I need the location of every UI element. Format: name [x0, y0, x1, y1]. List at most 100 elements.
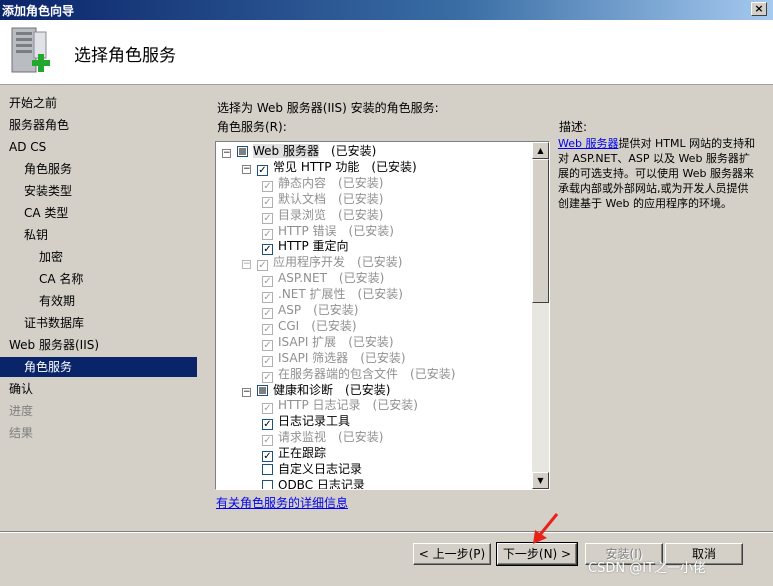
- nav-item[interactable]: 开始之前: [0, 93, 197, 113]
- description-text: Web 服务器提供对 HTML 网站的支持和对 ASP.NET、ASP 以及 W…: [558, 136, 758, 211]
- tree-item[interactable]: ✓ 静态内容 (已安装): [262, 175, 384, 192]
- watermark: CSDN @IT之一小佬: [588, 561, 706, 576]
- nav-item[interactable]: Web 服务器(IIS): [0, 335, 197, 355]
- tree-item-label: CGI: [278, 318, 300, 333]
- tree-item-label: 常见 HTTP 功能: [273, 159, 360, 174]
- install-status: (已安装): [330, 144, 377, 158]
- nav-item[interactable]: 私钥: [0, 225, 197, 245]
- install-status: (已安装): [345, 382, 391, 397]
- install-status: (已安装): [410, 366, 456, 381]
- tree-item[interactable]: ODBC 日志记录: [262, 477, 365, 490]
- tree-item-label: 自定义日志记录: [278, 462, 363, 476]
- tree-item[interactable]: ✓ HTTP 错误 (已安装): [262, 223, 394, 240]
- install-status: (已安装): [338, 271, 385, 286]
- window-title: 添加角色向导: [2, 4, 75, 18]
- tree-item-label: ISAPI 扩展: [278, 334, 337, 349]
- install-status: (已安装): [371, 159, 417, 174]
- nav-item[interactable]: CA 类型: [0, 203, 197, 223]
- tree-item-label: Web 服务器: [253, 144, 319, 158]
- nav-item[interactable]: 角色服务: [0, 357, 197, 377]
- tree-item-label: HTTP 重定向: [278, 239, 349, 254]
- role-services-label: 角色服务(R):: [217, 120, 287, 134]
- tree-item[interactable]: ✓ ASP.NET (已安装): [262, 270, 385, 288]
- tree-item-label: ODBC 日志记录: [278, 477, 365, 490]
- tree-item[interactable]: ✓ .NET 扩展性 (已安装): [262, 286, 403, 304]
- tree-item-label: .NET 扩展性: [278, 287, 346, 302]
- install-status: (已安装): [313, 303, 359, 317]
- install-status: (已安装): [348, 223, 394, 238]
- role-services-tree[interactable]: − Web 服务器 (已安装) − ✓ 常见 HTTP 功能 (已安装) ✓ 静态内容 (已安装)…: [215, 141, 550, 490]
- tree-item-label: 正在跟踪: [278, 446, 327, 461]
- install-status: (已安装): [357, 287, 403, 302]
- tree-item-label: 应用程序开发: [273, 255, 346, 270]
- wizard-header: 选择角色服务: [0, 20, 773, 85]
- tree-item[interactable]: − ✓ 常见 HTTP 功能 (已安装): [242, 159, 417, 176]
- tree-item-label: ISAPI 筛选器: [278, 350, 349, 365]
- tree-item[interactable]: ✓ ASP (已安装): [262, 302, 359, 319]
- install-status: (已安装): [338, 175, 384, 190]
- nav-item[interactable]: 安装类型: [0, 181, 197, 201]
- wizard-nav: 开始之前 服务器角色 AD CS 角色服务 安装类型 CA 类型 私钥 加密 CA 名称 有效期证…: [0, 86, 197, 586]
- collapse-icon[interactable]: −: [242, 260, 251, 270]
- page-title: 选择角色服务: [74, 46, 176, 66]
- collapse-icon[interactable]: −: [242, 387, 251, 397]
- title-bar: 添加角色向导 ×: [0, 0, 773, 20]
- more-info-link[interactable]: 有关角色服务的详细信息: [216, 494, 348, 511]
- install-status: (已安装): [338, 191, 384, 206]
- tree-item[interactable]: ✓ 在服务器端的包含文件 (已安装): [262, 366, 456, 383]
- tree-item-label: 静态内容: [278, 175, 327, 190]
- tree-item[interactable]: ✓ 请求监视 (已安装): [262, 429, 384, 447]
- tree-item[interactable]: − ✓ 应用程序开发 (已安装): [242, 254, 403, 272]
- nav-item[interactable]: 加密: [0, 247, 197, 267]
- nav-item[interactable]: 确认: [0, 379, 197, 399]
- checkbox[interactable]: [237, 146, 248, 157]
- nav-item[interactable]: 角色服务: [0, 159, 197, 179]
- tree-item[interactable]: ✓ 默认文档 (已安装): [262, 191, 384, 208]
- nav-item[interactable]: 进度: [0, 401, 197, 421]
- scroll-up-icon[interactable]: ▲: [532, 142, 549, 159]
- tree-item-label: 健康和诊断: [273, 382, 334, 397]
- install-status: (已安装): [372, 398, 418, 413]
- tree-item[interactable]: ✓ ISAPI 扩展 (已安装): [262, 334, 394, 351]
- nav-item[interactable]: 有效期: [0, 291, 197, 311]
- tree-scrollbar[interactable]: ▲ ▼: [532, 142, 549, 489]
- tree-item[interactable]: ✓ ISAPI 筛选器 (已安装): [262, 350, 406, 367]
- checkbox[interactable]: [262, 464, 273, 475]
- tree-item[interactable]: ✓ HTTP 日志记录 (已安装): [262, 397, 418, 415]
- checkbox[interactable]: [262, 479, 273, 489]
- tree-item-label: ASP: [278, 303, 302, 317]
- tree-item-label: 默认文档: [278, 191, 327, 206]
- install-status: (已安装): [338, 430, 384, 445]
- tree-item-label: 请求监视: [278, 430, 327, 445]
- tree-item[interactable]: ✓ 日志记录工具: [262, 413, 351, 431]
- close-button[interactable]: ×: [751, 2, 767, 16]
- tree-item[interactable]: ✓ CGI (已安装): [262, 318, 357, 335]
- tree-item[interactable]: ✓ 正在跟踪: [262, 445, 327, 463]
- prev-button[interactable]: < 上一步(P): [413, 543, 491, 565]
- tree-item-label: ASP.NET: [278, 271, 327, 286]
- tree-item[interactable]: ✓ 目录浏览 (已安装): [262, 207, 383, 224]
- install-status: (已安装): [360, 350, 406, 365]
- instruction-text: 选择为 Web 服务器(IIS) 安装的角色服务:: [217, 101, 439, 115]
- collapse-icon[interactable]: −: [222, 149, 231, 158]
- install-status: (已安装): [348, 334, 394, 349]
- description-link[interactable]: Web 服务器: [558, 137, 618, 150]
- scroll-thumb[interactable]: [532, 159, 549, 303]
- tree-item[interactable]: 自定义日志记录: [262, 461, 362, 477]
- tree-item[interactable]: ✓ HTTP 重定向: [262, 238, 349, 256]
- nav-item[interactable]: 服务器角色: [0, 115, 197, 135]
- tree-item-label: 目录浏览: [278, 207, 327, 222]
- checkbox[interactable]: [257, 384, 268, 396]
- scroll-down-icon[interactable]: ▼: [532, 472, 549, 489]
- collapse-icon[interactable]: −: [242, 164, 251, 174]
- install-status: (已安装): [357, 255, 403, 270]
- nav-item[interactable]: 结果: [0, 423, 197, 443]
- tree-item[interactable]: − Web 服务器 (已安装): [222, 143, 376, 159]
- install-status: (已安装): [311, 318, 357, 333]
- nav-item[interactable]: 证书数据库: [0, 313, 197, 333]
- tree-item-label: 日志记录工具: [278, 414, 351, 429]
- tree-item[interactable]: − 健康和诊断 (已安装): [242, 382, 390, 398]
- nav-item[interactable]: AD CS: [0, 137, 197, 157]
- nav-item[interactable]: CA 名称: [0, 269, 197, 289]
- description-heading: 描述:: [559, 120, 588, 134]
